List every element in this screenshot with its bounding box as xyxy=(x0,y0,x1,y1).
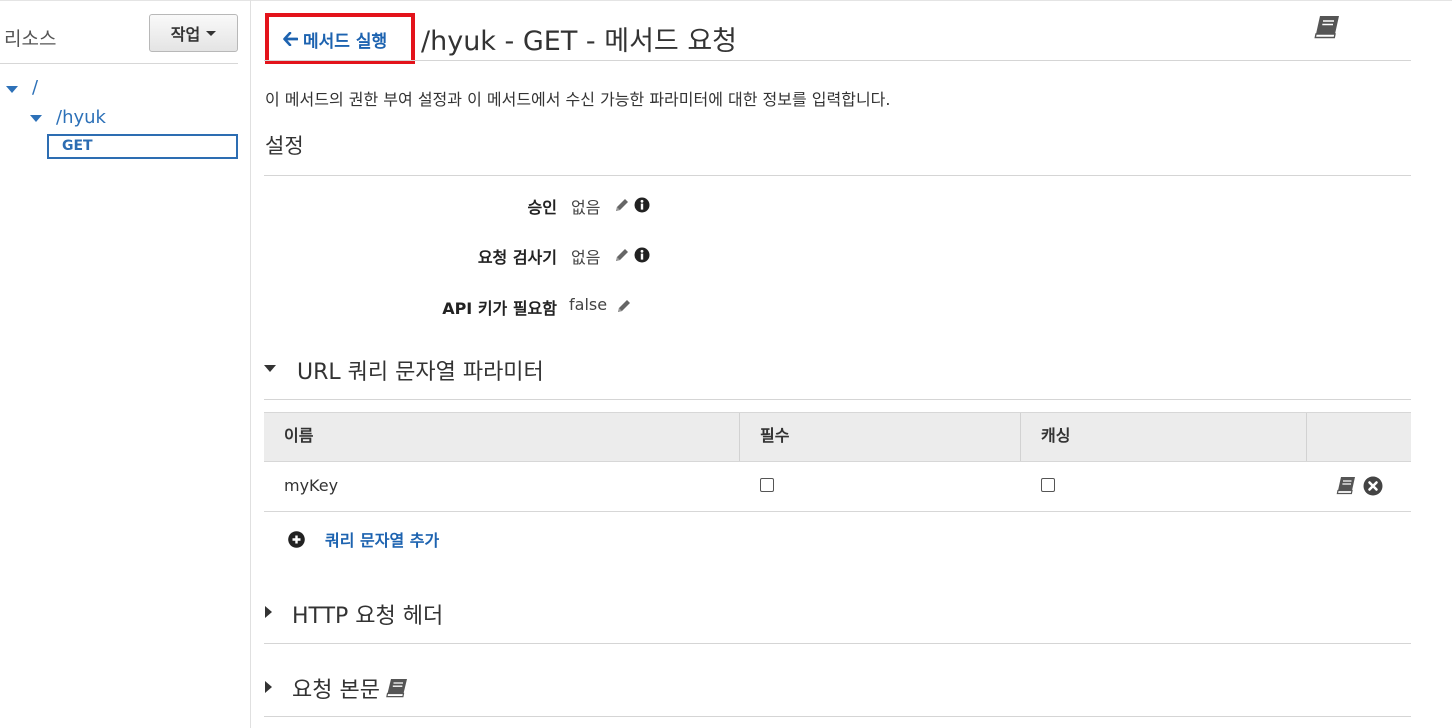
caching-checkbox[interactable] xyxy=(1041,478,1055,492)
request-body-toggle[interactable]: 요청 본문 xyxy=(292,672,408,704)
authorization-value: 없음 xyxy=(571,198,601,217)
http-headers-divider xyxy=(264,643,1411,644)
column-divider xyxy=(1306,413,1307,461)
request-validator-value: 없음 xyxy=(571,248,601,267)
tree-item-get-method[interactable]: GET xyxy=(47,134,238,159)
header-divider xyxy=(264,60,1411,61)
table-row: myKey xyxy=(264,462,1411,512)
sidebar-divider xyxy=(0,63,238,64)
resources-sidebar: 리소스 작업 / /hyuk GET xyxy=(0,0,251,728)
caret-right-icon[interactable] xyxy=(265,606,272,618)
api-key-value: false xyxy=(569,295,608,314)
sidebar-title: 리소스 xyxy=(4,28,57,50)
method-execution-link[interactable]: 메서드 실행 xyxy=(283,27,388,52)
arrow-left-icon xyxy=(283,32,298,46)
settings-heading: 설정 xyxy=(265,134,304,158)
chevron-down-icon xyxy=(206,30,217,36)
api-key-label: API 키가 필요함 xyxy=(442,299,557,318)
request-body-divider xyxy=(264,716,1411,717)
query-params-toggle[interactable]: URL 쿼리 문자열 파라미터 xyxy=(297,354,544,386)
sidebar-header: 리소스 작업 xyxy=(0,0,251,63)
actions-button-label: 작업 xyxy=(170,25,201,44)
page-description: 이 메서드의 권한 부여 설정과 이 메서드에서 수신 가능한 파라미터에 대한… xyxy=(265,90,891,109)
tree-item-hyuk[interactable]: /hyuk xyxy=(56,107,106,128)
plus-icon xyxy=(288,530,305,548)
remove-icon[interactable] xyxy=(1363,476,1383,496)
chevron-down-icon[interactable] xyxy=(264,365,276,372)
required-checkbox[interactable] xyxy=(760,478,774,492)
info-icon[interactable] xyxy=(634,247,650,263)
tree-item-root[interactable]: / xyxy=(32,77,38,98)
add-query-string-button[interactable]: 쿼리 문자열 추가 xyxy=(288,527,439,551)
http-headers-title: HTTP 요청 헤더 xyxy=(292,604,444,629)
method-execution-label: 메서드 실행 xyxy=(303,31,388,52)
request-body-title: 요청 본문 xyxy=(292,678,380,703)
column-header-name: 이름 xyxy=(284,426,314,445)
add-query-string-label: 쿼리 문자열 추가 xyxy=(325,531,440,550)
query-params-divider xyxy=(264,399,1411,400)
book-icon[interactable] xyxy=(1314,15,1340,39)
query-params-table-header: 이름 필수 캐싱 xyxy=(264,412,1411,462)
param-name-cell: myKey xyxy=(284,476,339,495)
book-icon[interactable] xyxy=(386,678,408,698)
column-header-required: 필수 xyxy=(760,426,790,445)
pencil-icon[interactable] xyxy=(614,247,630,263)
page-title: /hyuk - GET - 메서드 요청 xyxy=(421,26,738,57)
pencil-icon[interactable] xyxy=(616,298,632,314)
authorization-label: 승인 xyxy=(527,198,557,217)
request-validator-label: 요청 검사기 xyxy=(477,248,557,267)
book-icon[interactable] xyxy=(1336,476,1356,495)
tree-expand-root-icon[interactable] xyxy=(6,86,18,93)
http-headers-toggle[interactable]: HTTP 요청 헤더 xyxy=(292,598,443,630)
column-header-caching: 캐싱 xyxy=(1041,426,1071,445)
query-params-title: URL 쿼리 문자열 파라미터 xyxy=(297,360,544,385)
tree-expand-hyuk-icon[interactable] xyxy=(30,115,42,122)
settings-divider xyxy=(264,175,1411,176)
actions-button[interactable]: 작업 xyxy=(149,14,238,52)
info-icon[interactable] xyxy=(634,197,650,213)
pencil-icon[interactable] xyxy=(614,197,630,213)
caret-right-icon[interactable] xyxy=(265,681,272,693)
